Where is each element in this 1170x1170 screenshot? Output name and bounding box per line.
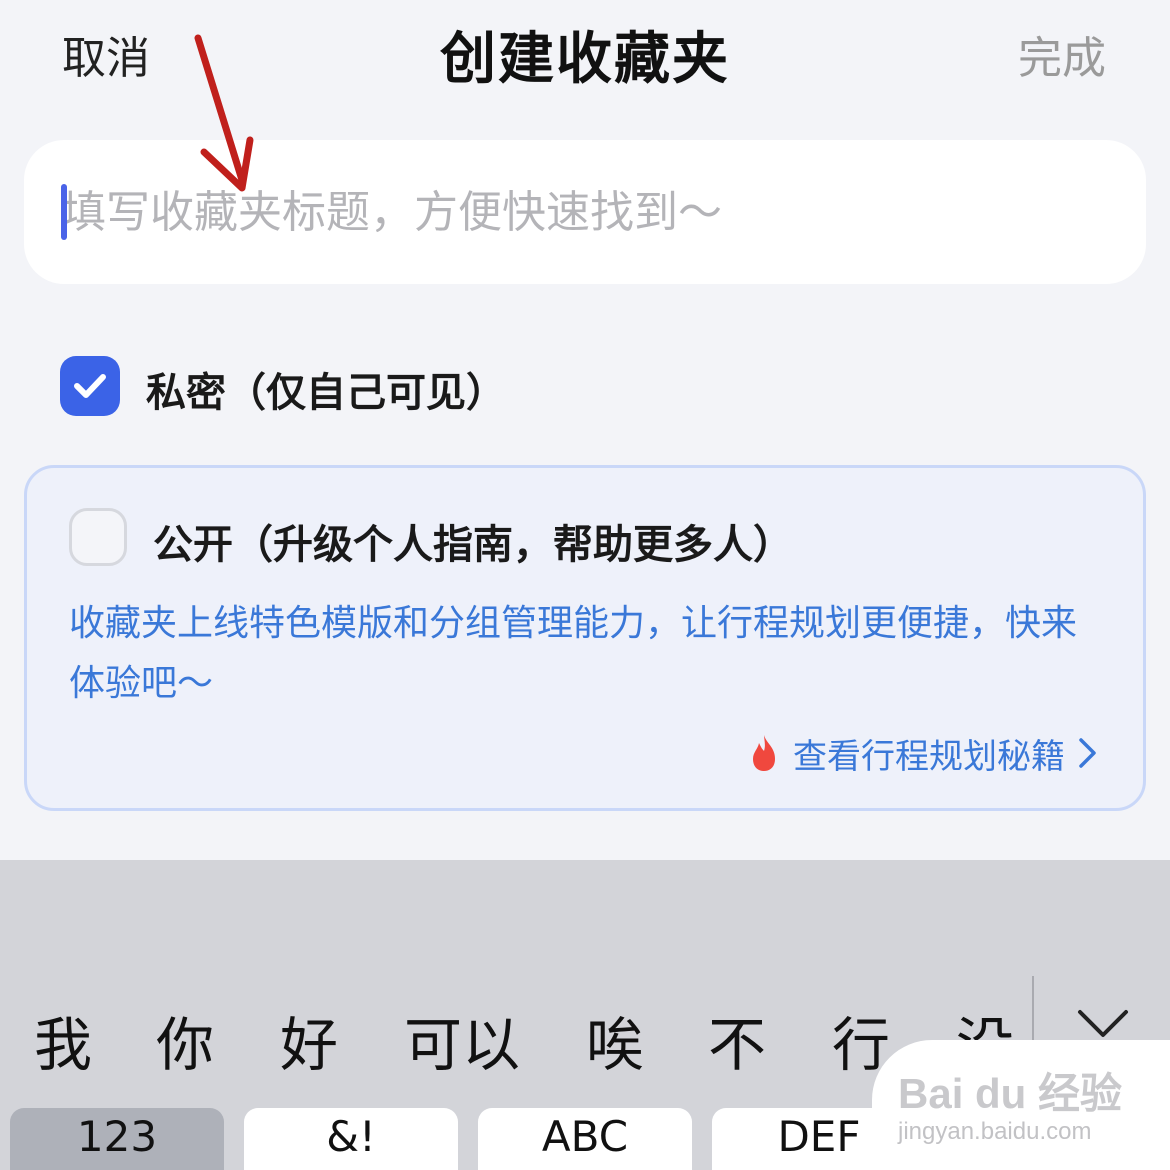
key-symbols[interactable]: &! — [244, 1108, 458, 1170]
public-option-card[interactable]: 公开（升级个人指南，帮助更多人） 收藏夹上线特色模版和分组管理能力，让行程规划更… — [24, 465, 1146, 811]
checkmark-icon — [74, 374, 106, 398]
private-option-label: 私密（仅自己可见） — [146, 370, 506, 416]
candidate-word[interactable]: 我 — [34, 998, 92, 1082]
candidate-word[interactable]: 不 — [708, 998, 766, 1082]
keyboard-accessory-bar — [0, 860, 1170, 958]
candidate-word[interactable]: 可以 — [404, 998, 520, 1082]
public-option-label: 公开（升级个人指南，帮助更多人） — [153, 522, 793, 568]
trip-guide-link[interactable]: 查看行程规划秘籍 — [749, 728, 1099, 778]
key-abc[interactable]: ABC — [478, 1108, 692, 1170]
page-title: 创建收藏夹 — [440, 27, 730, 92]
chevron-down-icon[interactable] — [1076, 1008, 1130, 1040]
watermark-url: jingyan.baidu.com — [898, 1118, 1092, 1145]
key-123[interactable]: 123 — [10, 1108, 224, 1170]
baidu-watermark: Bai du 经验 jingyan.baidu.com — [872, 1040, 1170, 1170]
candidate-word[interactable]: 你 — [156, 998, 214, 1082]
candidate-word[interactable]: 好 — [280, 998, 338, 1082]
private-checkbox[interactable] — [60, 356, 120, 416]
flame-icon — [753, 735, 775, 771]
public-option-description: 收藏夹上线特色模版和分组管理能力，让行程规划更便捷，快来体验吧～ — [69, 603, 1078, 704]
annotation-arrow — [194, 34, 254, 192]
public-checkbox[interactable] — [69, 508, 127, 566]
watermark-logo: Bai du 经验 — [898, 1070, 1123, 1117]
done-button[interactable]: 完成 — [1018, 22, 1106, 86]
text-caret — [61, 184, 67, 240]
chevron-right-icon — [1079, 738, 1096, 768]
candidate-word[interactable]: 唉 — [586, 998, 644, 1082]
trip-guide-label: 查看行程规划秘籍 — [793, 736, 1065, 777]
nav-header: 取消 创建收藏夹 完成 — [0, 0, 1170, 110]
